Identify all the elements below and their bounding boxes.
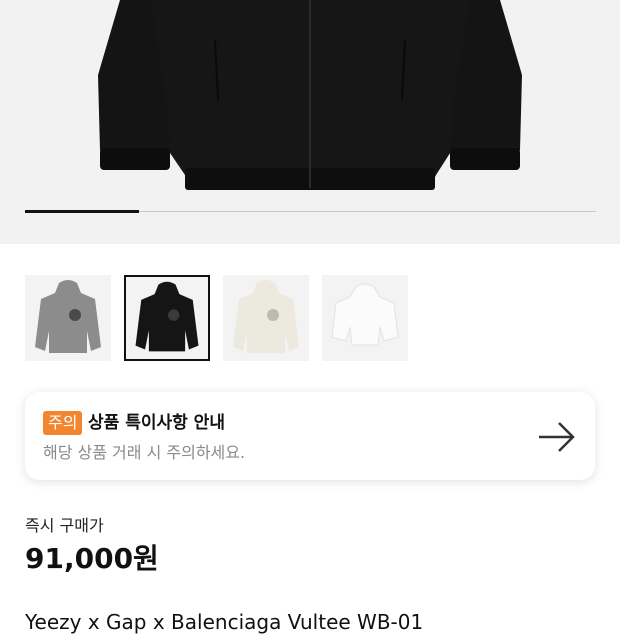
thumbnail-white[interactable] (322, 275, 408, 361)
carousel-progress-indicator (25, 210, 139, 213)
arrow-right-icon[interactable] (537, 420, 577, 454)
notice-card[interactable]: 주의 상품 특이사항 안내 해당 상품 거래 시 주의하세요. (25, 392, 595, 480)
price-label: 즉시 구매가 (25, 516, 104, 535)
price-value: 91,000원 (25, 542, 159, 575)
notice-title: 상품 특이사항 안내 (88, 413, 225, 433)
hoodie-black-image (135, 281, 199, 352)
hoodie-white-image (331, 283, 399, 346)
thumbnail-gray[interactable] (25, 275, 111, 361)
thumbnail-cream[interactable] (223, 275, 309, 361)
notice-subtitle: 해당 상품 거래 시 주의하세요. (43, 443, 246, 462)
hoodie-cream-image (233, 280, 299, 353)
product-image (98, 0, 522, 190)
hoodie-gray-image (35, 280, 101, 353)
thumbnail-black[interactable] (124, 275, 210, 361)
caution-badge: 주의 (43, 411, 83, 435)
product-name: Yeezy x Gap x Balenciaga Vultee WB-01 (25, 610, 424, 634)
product-image-carousel[interactable] (0, 0, 620, 244)
